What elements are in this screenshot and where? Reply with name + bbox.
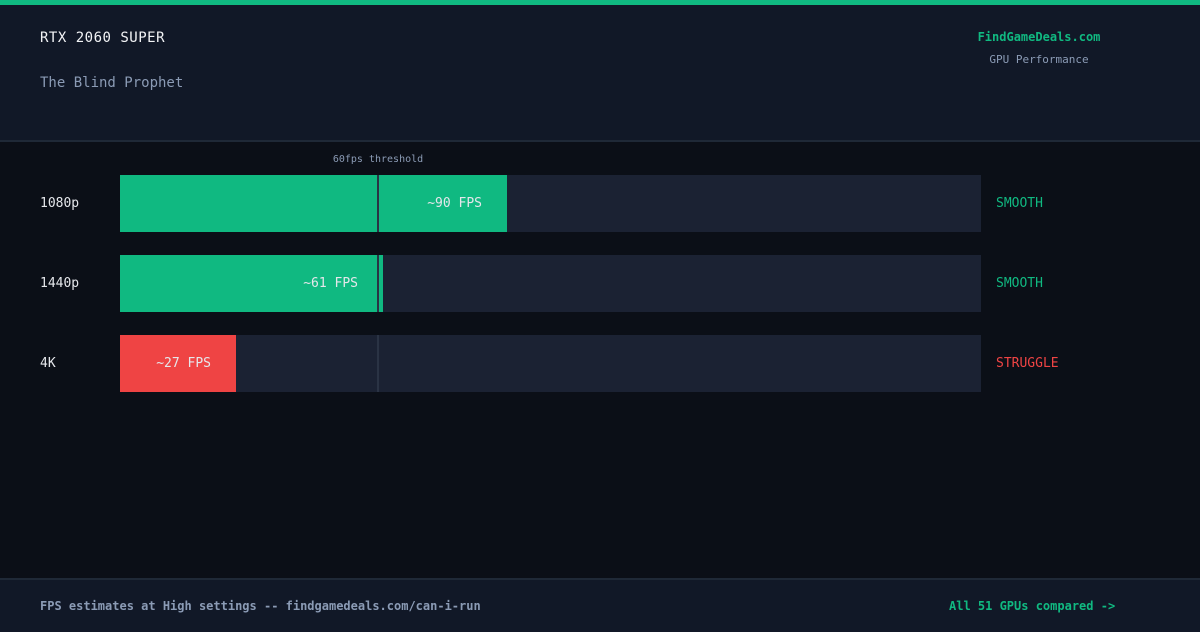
gpu-name: RTX 2060 SUPER [40,30,166,46]
bar-track: ~61 FPS [120,255,981,312]
fps-bar: ~90 FPS [120,175,507,232]
fps-value-label: ~27 FPS [156,356,211,371]
bar-row-1080p: 1080p ~90 FPS SMOOTH [0,175,1200,232]
game-name: The Blind Prophet [40,75,184,91]
bar-row-4k: 4K ~27 FPS STRUGGLE [0,335,1200,392]
status-label: SMOOTH [996,196,1043,211]
resolution-label: 1080p [40,196,80,211]
fps-chart: 60fps threshold 1080p ~90 FPS SMOOTH 144… [0,142,1200,578]
status-label: SMOOTH [996,276,1043,291]
bar-track: ~90 FPS [120,175,981,232]
bar-row-1440p: 1440p ~61 FPS SMOOTH [0,255,1200,312]
fps-value-label: ~61 FPS [303,276,358,291]
header: RTX 2060 SUPER The Blind Prophet FindGam… [0,5,1200,142]
all-gpus-link[interactable]: All 51 GPUs compared -> [949,580,1115,632]
fps-value-label: ~90 FPS [427,196,482,211]
bar-track: ~27 FPS [120,335,981,392]
footer-note: FPS estimates at High settings -- findga… [40,599,481,613]
brand-name[interactable]: FindGameDeals.com [960,30,1118,44]
resolution-label: 4K [40,356,56,371]
fps-bar: ~61 FPS [120,255,383,312]
threshold-line [377,335,379,392]
footer: FPS estimates at High settings -- findga… [0,578,1200,632]
threshold-line [377,255,379,312]
threshold-line [377,175,379,232]
brand-subtitle: GPU Performance [989,53,1089,66]
threshold-label: 60fps threshold [332,154,424,165]
fps-bar: ~27 FPS [120,335,236,392]
resolution-label: 1440p [40,276,80,291]
status-label: STRUGGLE [996,356,1059,371]
